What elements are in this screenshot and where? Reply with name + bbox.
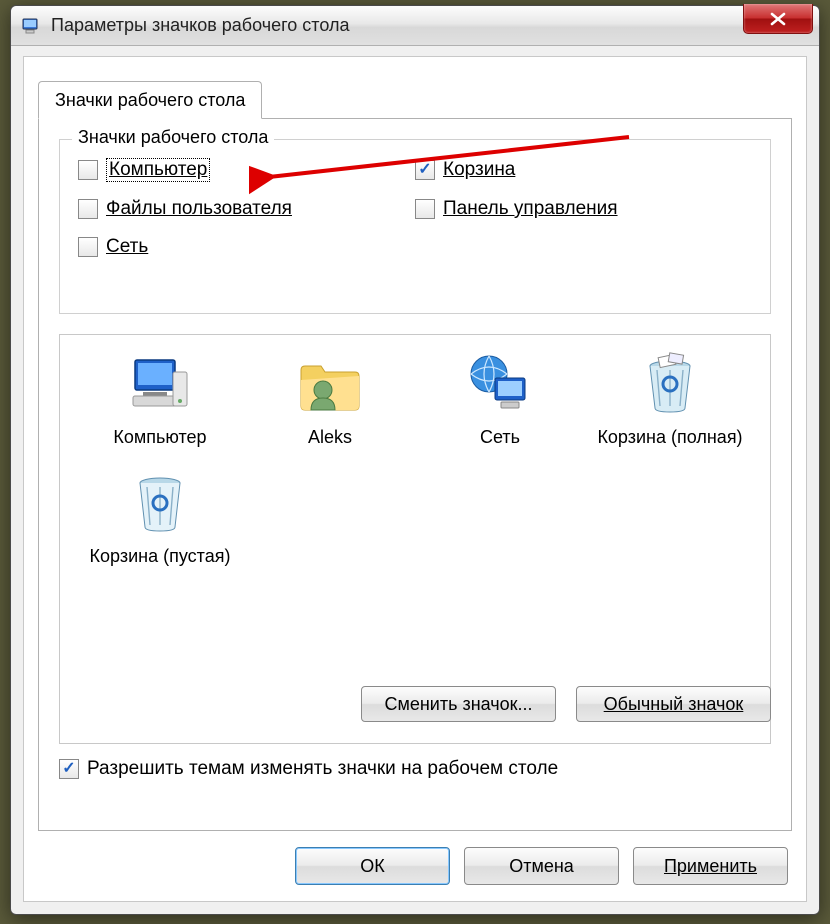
icon-label: Корзина (полная) (597, 426, 742, 449)
change-icon-button[interactable]: Сменить значок... (361, 686, 556, 722)
window-title: Параметры значков рабочего стола (51, 15, 349, 36)
checkbox-user-files[interactable]: Файлы пользователя (78, 198, 415, 220)
checkbox-allow-themes[interactable]: Разрешить темам изменять значки на рабоч… (59, 758, 558, 780)
dialog-buttons: ОК Отмена Применить (295, 847, 788, 885)
apply-button[interactable]: Применить (633, 847, 788, 885)
recycle-bin-full-icon (635, 350, 705, 420)
icon-buttons-row: Сменить значок... Обычный значок (361, 686, 771, 722)
recycle-bin-empty-icon (125, 469, 195, 539)
checkbox-label: Компьютер (106, 158, 210, 182)
icon-item-user-folder[interactable]: Aleks (250, 350, 410, 449)
network-icon (465, 350, 535, 420)
checkbox-computer[interactable]: Компьютер (78, 158, 415, 182)
tab-desktop-icons[interactable]: Значки рабочего стола (38, 81, 262, 119)
checkbox-box (415, 199, 435, 219)
app-icon (21, 15, 43, 37)
checkbox-box (78, 160, 98, 180)
cancel-button[interactable]: Отмена (464, 847, 619, 885)
checkbox-box (59, 759, 79, 779)
icon-label: Корзина (пустая) (90, 545, 231, 568)
ok-button[interactable]: ОК (295, 847, 450, 885)
dialog-window: Параметры значков рабочего стола Значки … (10, 5, 820, 915)
tab-label: Значки рабочего стола (55, 90, 245, 111)
default-icon-button[interactable]: Обычный значок (576, 686, 771, 722)
icon-item-network[interactable]: Сеть (420, 350, 580, 449)
icon-label: Компьютер (113, 426, 206, 449)
checkbox-label: Файлы пользователя (106, 198, 292, 220)
checkbox-control-panel[interactable]: Панель управления (415, 198, 752, 220)
group-legend: Значки рабочего стола (72, 127, 274, 148)
client-area: Значки рабочего стола Значки рабочего ст… (23, 56, 807, 902)
checkbox-label: Разрешить темам изменять значки на рабоч… (87, 758, 558, 780)
icon-item-computer[interactable]: Компьютер (80, 350, 240, 449)
checkbox-box (415, 160, 435, 180)
user-folder-icon (295, 350, 365, 420)
icon-label: Aleks (308, 426, 352, 449)
titlebar: Параметры значков рабочего стола (11, 6, 819, 46)
icon-item-recycle-full[interactable]: Корзина (полная) (590, 350, 750, 449)
icon-list: Компьютер Aleks (59, 334, 771, 744)
checkbox-label: Корзина (443, 159, 515, 181)
icon-item-recycle-empty[interactable]: Корзина (пустая) (80, 469, 240, 568)
close-button[interactable] (743, 4, 813, 34)
checkbox-recycle-bin[interactable]: Корзина (415, 158, 752, 182)
computer-icon (125, 350, 195, 420)
checkbox-box (78, 199, 98, 219)
tab-panel: Значки рабочего стола Компьютер Корзина … (38, 118, 792, 831)
checkbox-box (78, 237, 98, 257)
checkbox-label: Сеть (106, 236, 148, 258)
group-desktop-icons: Значки рабочего стола Компьютер Корзина … (59, 139, 771, 314)
checkbox-label: Панель управления (443, 198, 618, 220)
icon-label: Сеть (480, 426, 520, 449)
checkbox-network[interactable]: Сеть (78, 236, 415, 258)
